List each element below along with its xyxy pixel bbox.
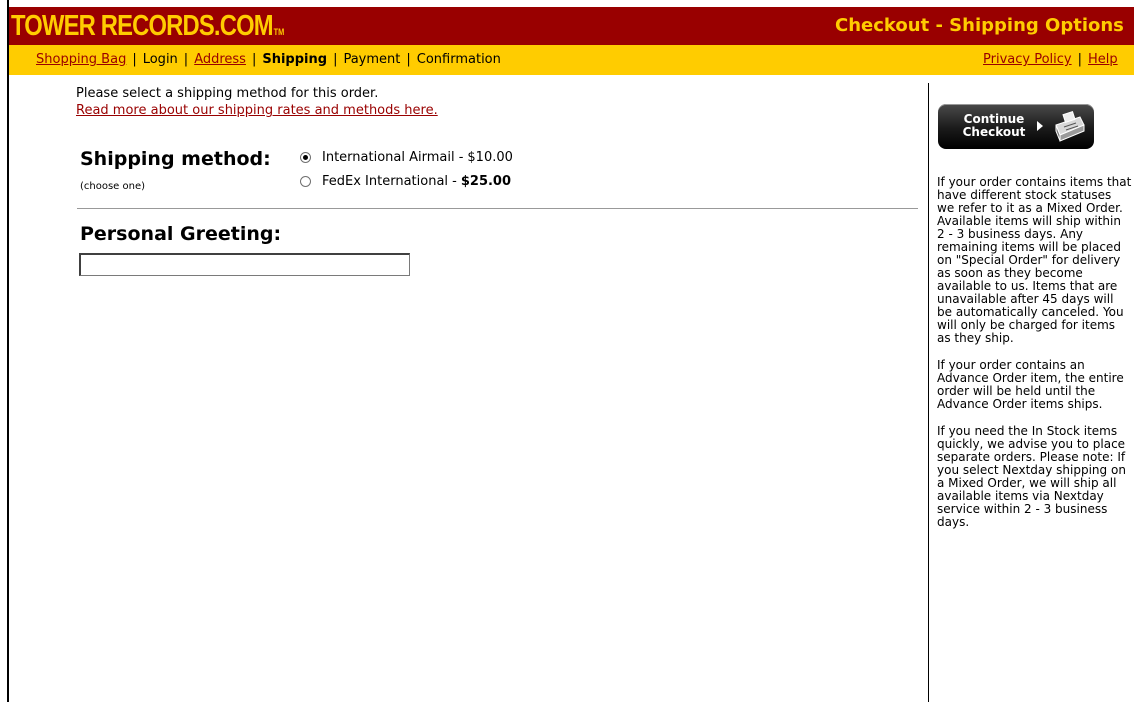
airmail-label: International Airmail - xyxy=(322,150,464,165)
step-address-link[interactable]: Address xyxy=(194,52,246,67)
help-link[interactable]: Help xyxy=(1088,52,1118,67)
separate-orders-note: If you need the In Stock items quickly, … xyxy=(937,424,1126,529)
airmail-price: $10.00 xyxy=(467,150,513,165)
continue-checkout-button[interactable]: Continue Checkout xyxy=(938,104,1094,149)
shipping-rates-link[interactable]: Read more about our shipping rates and m… xyxy=(76,103,438,118)
step-login: Login xyxy=(142,52,178,67)
site-header: TOWER RECORDS.COMTM Checkout - Shipping … xyxy=(9,7,1134,45)
separator: | xyxy=(132,52,137,67)
shipping-info-sidebar: If your order contains items that have d… xyxy=(937,176,1132,543)
step-payment: Payment xyxy=(343,52,401,67)
site-logo[interactable]: TOWER RECORDS.COMTM xyxy=(11,10,284,45)
step-shopping-bag-link[interactable]: Shopping Bag xyxy=(36,52,126,67)
step-confirmation: Confirmation xyxy=(416,52,501,67)
separator: | xyxy=(1077,52,1082,67)
personal-greeting-input[interactable] xyxy=(79,253,410,276)
advance-order-note: If your order contains an Advance Order … xyxy=(937,358,1124,411)
page-title: Checkout - Shipping Options xyxy=(835,15,1124,36)
trademark-mark: TM xyxy=(273,27,285,37)
utility-links: Privacy Policy | Help xyxy=(983,52,1118,67)
breadcrumb: Shopping Bag | Login | Address | Shipping | Paym… xyxy=(36,52,501,67)
separator: | xyxy=(251,52,257,67)
sidebar-divider xyxy=(928,83,929,702)
shipping-option-airmail[interactable]: International Airmail - $10.00 xyxy=(300,150,513,165)
section-divider xyxy=(77,208,918,209)
separator: | xyxy=(406,52,411,67)
fedex-label: FedEx International - xyxy=(322,174,457,189)
shipping-method-label: Shipping method: xyxy=(80,148,271,170)
separator: | xyxy=(183,52,189,67)
checkout-steps-bar: Shopping Bag | Login | Address | Shipping | Paym… xyxy=(9,45,1134,75)
page-left-border xyxy=(7,0,9,702)
arrow-right-icon xyxy=(1037,121,1043,131)
cash-register-icon xyxy=(1055,111,1085,142)
separator: | xyxy=(333,52,338,67)
mixed-order-note: If your order contains items that have d… xyxy=(937,175,1132,345)
privacy-policy-link[interactable]: Privacy Policy xyxy=(983,52,1072,67)
step-shipping-current: Shipping xyxy=(262,52,328,67)
fedex-radio[interactable] xyxy=(300,176,311,187)
personal-greeting-label: Personal Greeting: xyxy=(80,223,282,245)
fedex-price: $25.00 xyxy=(460,174,512,189)
shipping-option-fedex[interactable]: FedEx International - $25.00 xyxy=(300,174,511,189)
shipping-method-hint: (choose one) xyxy=(80,181,146,192)
continue-checkout-label: Continue Checkout xyxy=(962,112,1026,139)
intro-text: Please select a shipping method for this… xyxy=(76,86,379,101)
intro-block: Please select a shipping method for this… xyxy=(76,85,438,119)
airmail-radio[interactable] xyxy=(300,152,311,163)
